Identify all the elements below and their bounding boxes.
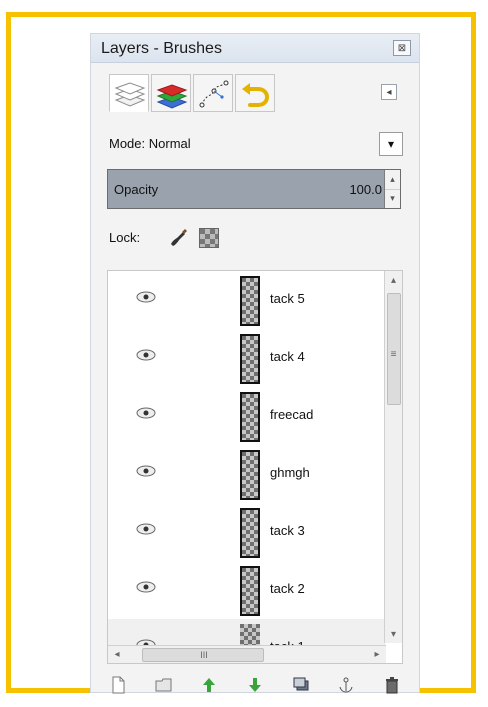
lock-alpha-icon[interactable] (199, 228, 219, 248)
opacity-spinner[interactable]: ▴ ▾ (384, 170, 400, 208)
layer-name[interactable]: tack 5 (270, 291, 305, 306)
layer-name[interactable]: tack 4 (270, 349, 305, 364)
lock-row: Lock: (107, 226, 403, 250)
duplicate-layer-button[interactable] (290, 674, 312, 696)
layer-name[interactable]: tack 2 (270, 581, 305, 596)
opacity-control[interactable]: Opacity 100.0 ▴ ▾ (107, 169, 401, 209)
tab-layers[interactable] (109, 74, 149, 112)
layers-list: tack 5 tack 4 freecad ghmgh tack 3 tack … (107, 270, 403, 664)
titlebar: Layers - Brushes ⊠ (91, 34, 419, 63)
lower-layer-icon (248, 678, 261, 692)
layer-row[interactable]: tack 4 (108, 329, 386, 387)
anchor-layer-icon (339, 677, 353, 693)
scroll-right-icon[interactable]: ▸ (368, 646, 386, 663)
lower-layer-button[interactable] (244, 674, 266, 696)
layers-icon (114, 82, 146, 107)
layer-row[interactable]: tack 2 (108, 561, 386, 619)
horizontal-grip-icon: III (200, 649, 208, 660)
tab-undo-history[interactable] (235, 74, 275, 112)
open-folder-icon (155, 678, 172, 692)
vertical-scrollbar[interactable]: ▴ ≡ ▾ (384, 271, 402, 643)
mode-dropdown[interactable]: ▾ (379, 132, 403, 156)
channels-icon (156, 84, 188, 109)
visibility-eye-icon[interactable] (136, 291, 156, 303)
visibility-eye-icon[interactable] (136, 523, 156, 535)
layer-thumbnail[interactable] (240, 392, 260, 442)
layer-thumbnail[interactable] (240, 276, 260, 326)
opacity-increment[interactable]: ▴ (385, 170, 400, 190)
layer-thumbnail[interactable] (240, 450, 260, 500)
raise-layer-icon (203, 678, 216, 692)
layer-thumbnail[interactable] (240, 334, 260, 384)
scroll-up-icon[interactable]: ▴ (385, 271, 402, 289)
tab-channels[interactable] (151, 74, 191, 112)
lock-label: Lock: (109, 230, 141, 245)
layer-row[interactable]: tack 5 (108, 271, 386, 329)
visibility-eye-icon[interactable] (136, 465, 156, 477)
scroll-down-icon[interactable]: ▾ (385, 625, 402, 643)
dock-tabs (109, 74, 399, 114)
visibility-eye-icon[interactable] (136, 349, 156, 361)
undo-history-icon (242, 83, 270, 107)
visibility-eye-icon[interactable] (136, 581, 156, 593)
layer-thumbnail[interactable] (240, 566, 260, 616)
tab-paths[interactable] (193, 74, 233, 112)
delete-layer-icon (385, 677, 398, 694)
tab-menu-icon[interactable]: ◂ (381, 84, 397, 100)
duplicate-layer-icon (293, 677, 309, 691)
delete-layer-button[interactable] (381, 674, 403, 696)
layer-name[interactable]: freecad (270, 407, 313, 422)
layers-toolbar (107, 674, 403, 696)
mode-row: Mode: Normal ▾ (107, 132, 403, 156)
layer-name[interactable]: tack 3 (270, 523, 305, 538)
horizontal-scrollbar[interactable]: ◂ III ▸ (108, 645, 386, 663)
opacity-value: 100.0 (349, 182, 382, 197)
visibility-eye-icon[interactable] (136, 407, 156, 419)
opacity-decrement[interactable]: ▾ (385, 189, 400, 208)
new-layer-group-button[interactable] (153, 674, 175, 696)
layer-row[interactable]: freecad (108, 387, 386, 445)
scroll-left-icon[interactable]: ◂ (108, 646, 126, 663)
opacity-label: Opacity (114, 182, 159, 197)
paths-icon (199, 80, 229, 108)
scroll-grip-icon: ≡ (390, 348, 397, 360)
close-icon[interactable]: ⊠ (393, 40, 411, 56)
mode-label: Mode: Normal (109, 136, 191, 151)
layer-row[interactable]: ghmgh (108, 445, 386, 503)
new-layer-icon (112, 676, 125, 694)
layer-thumbnail[interactable] (240, 508, 260, 558)
layer-row[interactable]: tack 3 (108, 503, 386, 561)
new-layer-button[interactable] (107, 674, 129, 696)
layers-panel: Layers - Brushes ⊠ ◂ Mode: Normal ▾ Opac… (90, 33, 420, 696)
anchor-layer-button[interactable] (335, 674, 357, 696)
brush-icon (171, 229, 187, 246)
lock-pixels-icon[interactable] (167, 226, 189, 248)
layer-name[interactable]: ghmgh (270, 465, 310, 480)
raise-layer-button[interactable] (198, 674, 220, 696)
panel-title: Layers - Brushes (101, 40, 222, 57)
